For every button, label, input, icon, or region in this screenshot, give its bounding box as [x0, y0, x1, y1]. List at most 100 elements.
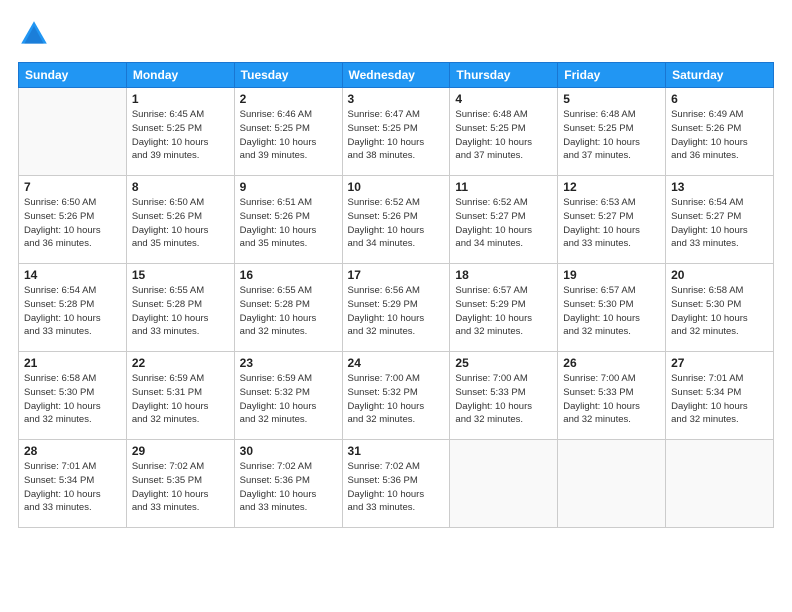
- calendar-cell: [19, 88, 127, 176]
- week-row: 21 Sunrise: 6:58 AM Sunset: 5:30 PM Dayli…: [19, 352, 774, 440]
- day-number: 1: [132, 92, 229, 106]
- day-info: Sunrise: 6:48 AM Sunset: 5:25 PM Dayligh…: [563, 108, 660, 163]
- calendar-cell: 7 Sunrise: 6:50 AM Sunset: 5:26 PM Daylig…: [19, 176, 127, 264]
- day-info: Sunrise: 6:50 AM Sunset: 5:26 PM Dayligh…: [132, 196, 229, 251]
- day-number: 15: [132, 268, 229, 282]
- day-info: Sunrise: 7:01 AM Sunset: 5:34 PM Dayligh…: [24, 460, 121, 515]
- header: [18, 18, 774, 50]
- day-number: 23: [240, 356, 337, 370]
- calendar-cell: 29Sunrise: 7:02 AM Sunset: 5:35 PM Dayli…: [126, 440, 234, 528]
- day-info: Sunrise: 6:59 AM Sunset: 5:31 PM Dayligh…: [132, 372, 229, 427]
- calendar-cell: 11Sunrise: 6:52 AM Sunset: 5:27 PM Dayli…: [450, 176, 558, 264]
- day-info: Sunrise: 6:48 AM Sunset: 5:25 PM Dayligh…: [455, 108, 552, 163]
- day-number: 9: [240, 180, 337, 194]
- calendar-cell: 19Sunrise: 6:57 AM Sunset: 5:30 PM Dayli…: [558, 264, 666, 352]
- calendar-cell: 2 Sunrise: 6:46 AM Sunset: 5:25 PM Daylig…: [234, 88, 342, 176]
- day-number: 8: [132, 180, 229, 194]
- day-number: 28: [24, 444, 121, 458]
- day-info: Sunrise: 6:56 AM Sunset: 5:29 PM Dayligh…: [348, 284, 445, 339]
- day-info: Sunrise: 6:54 AM Sunset: 5:28 PM Dayligh…: [24, 284, 121, 339]
- day-info: Sunrise: 6:51 AM Sunset: 5:26 PM Dayligh…: [240, 196, 337, 251]
- week-row: 1 Sunrise: 6:45 AM Sunset: 5:25 PM Daylig…: [19, 88, 774, 176]
- day-of-week-header: Sunday: [19, 63, 127, 88]
- calendar-cell: 8 Sunrise: 6:50 AM Sunset: 5:26 PM Daylig…: [126, 176, 234, 264]
- day-number: 31: [348, 444, 445, 458]
- day-info: Sunrise: 6:55 AM Sunset: 5:28 PM Dayligh…: [132, 284, 229, 339]
- day-number: 5: [563, 92, 660, 106]
- page-container: SundayMondayTuesdayWednesdayThursdayFrid…: [0, 0, 792, 538]
- calendar-cell: 17 Sunrise: 6:56 AM Sunset: 5:29 PM Dayli…: [342, 264, 450, 352]
- day-number: 21: [24, 356, 121, 370]
- day-number: 27: [671, 356, 768, 370]
- calendar-cell: 23 Sunrise: 6:59 AM Sunset: 5:32 PM Dayli…: [234, 352, 342, 440]
- calendar-cell: 16Sunrise: 6:55 AM Sunset: 5:28 PM Dayli…: [234, 264, 342, 352]
- calendar-cell: 30 Sunrise: 7:02 AM Sunset: 5:36 PM Dayli…: [234, 440, 342, 528]
- day-info: Sunrise: 6:57 AM Sunset: 5:30 PM Dayligh…: [563, 284, 660, 339]
- calendar-cell: 28 Sunrise: 7:01 AM Sunset: 5:34 PM Dayli…: [19, 440, 127, 528]
- calendar-cell: 1 Sunrise: 6:45 AM Sunset: 5:25 PM Daylig…: [126, 88, 234, 176]
- day-of-week-header: Monday: [126, 63, 234, 88]
- day-info: Sunrise: 7:00 AM Sunset: 5:33 PM Dayligh…: [563, 372, 660, 427]
- calendar-cell: 26 Sunrise: 7:00 AM Sunset: 5:33 PM Dayli…: [558, 352, 666, 440]
- day-info: Sunrise: 7:02 AM Sunset: 5:36 PM Dayligh…: [240, 460, 337, 515]
- day-info: Sunrise: 7:02 AM Sunset: 5:36 PM Dayligh…: [348, 460, 445, 515]
- day-number: 12: [563, 180, 660, 194]
- day-number: 3: [348, 92, 445, 106]
- day-number: 7: [24, 180, 121, 194]
- calendar-cell: 12 Sunrise: 6:53 AM Sunset: 5:27 PM Dayli…: [558, 176, 666, 264]
- calendar-cell: 10 Sunrise: 6:52 AM Sunset: 5:26 PM Dayli…: [342, 176, 450, 264]
- day-info: Sunrise: 6:52 AM Sunset: 5:27 PM Dayligh…: [455, 196, 552, 251]
- calendar-cell: 21 Sunrise: 6:58 AM Sunset: 5:30 PM Dayli…: [19, 352, 127, 440]
- day-number: 4: [455, 92, 552, 106]
- day-info: Sunrise: 6:54 AM Sunset: 5:27 PM Dayligh…: [671, 196, 768, 251]
- day-number: 26: [563, 356, 660, 370]
- calendar-cell: 9 Sunrise: 6:51 AM Sunset: 5:26 PM Daylig…: [234, 176, 342, 264]
- calendar-cell: 24Sunrise: 7:00 AM Sunset: 5:32 PM Dayli…: [342, 352, 450, 440]
- day-info: Sunrise: 7:00 AM Sunset: 5:33 PM Dayligh…: [455, 372, 552, 427]
- calendar-cell: 20Sunrise: 6:58 AM Sunset: 5:30 PM Dayli…: [666, 264, 774, 352]
- calendar-cell: 18 Sunrise: 6:57 AM Sunset: 5:29 PM Dayli…: [450, 264, 558, 352]
- calendar-cell: 27 Sunrise: 7:01 AM Sunset: 5:34 PM Dayli…: [666, 352, 774, 440]
- day-info: Sunrise: 6:45 AM Sunset: 5:25 PM Dayligh…: [132, 108, 229, 163]
- logo: [18, 18, 54, 50]
- header-row: SundayMondayTuesdayWednesdayThursdayFrid…: [19, 63, 774, 88]
- calendar-cell: [558, 440, 666, 528]
- day-info: Sunrise: 7:02 AM Sunset: 5:35 PM Dayligh…: [132, 460, 229, 515]
- day-number: 2: [240, 92, 337, 106]
- day-info: Sunrise: 6:52 AM Sunset: 5:26 PM Dayligh…: [348, 196, 445, 251]
- day-info: Sunrise: 7:01 AM Sunset: 5:34 PM Dayligh…: [671, 372, 768, 427]
- day-number: 10: [348, 180, 445, 194]
- day-info: Sunrise: 6:53 AM Sunset: 5:27 PM Dayligh…: [563, 196, 660, 251]
- day-info: Sunrise: 6:50 AM Sunset: 5:26 PM Dayligh…: [24, 196, 121, 251]
- day-of-week-header: Friday: [558, 63, 666, 88]
- day-number: 17: [348, 268, 445, 282]
- day-number: 24: [348, 356, 445, 370]
- day-of-week-header: Thursday: [450, 63, 558, 88]
- day-info: Sunrise: 6:46 AM Sunset: 5:25 PM Dayligh…: [240, 108, 337, 163]
- day-info: Sunrise: 6:47 AM Sunset: 5:25 PM Dayligh…: [348, 108, 445, 163]
- day-of-week-header: Tuesday: [234, 63, 342, 88]
- day-of-week-header: Saturday: [666, 63, 774, 88]
- calendar-cell: 13 Sunrise: 6:54 AM Sunset: 5:27 PM Dayli…: [666, 176, 774, 264]
- day-number: 6: [671, 92, 768, 106]
- calendar-cell: [666, 440, 774, 528]
- calendar-cell: 3 Sunrise: 6:47 AM Sunset: 5:25 PM Daylig…: [342, 88, 450, 176]
- week-row: 14 Sunrise: 6:54 AM Sunset: 5:28 PM Dayli…: [19, 264, 774, 352]
- day-info: Sunrise: 6:57 AM Sunset: 5:29 PM Dayligh…: [455, 284, 552, 339]
- calendar-cell: 15 Sunrise: 6:55 AM Sunset: 5:28 PM Dayli…: [126, 264, 234, 352]
- day-number: 25: [455, 356, 552, 370]
- day-number: 13: [671, 180, 768, 194]
- day-info: Sunrise: 6:58 AM Sunset: 5:30 PM Dayligh…: [24, 372, 121, 427]
- week-row: 7 Sunrise: 6:50 AM Sunset: 5:26 PM Daylig…: [19, 176, 774, 264]
- day-info: Sunrise: 6:59 AM Sunset: 5:32 PM Dayligh…: [240, 372, 337, 427]
- day-info: Sunrise: 6:55 AM Sunset: 5:28 PM Dayligh…: [240, 284, 337, 339]
- calendar-body: 1 Sunrise: 6:45 AM Sunset: 5:25 PM Daylig…: [19, 88, 774, 528]
- day-number: 18: [455, 268, 552, 282]
- day-number: 14: [24, 268, 121, 282]
- day-number: 30: [240, 444, 337, 458]
- calendar-cell: 31 Sunrise: 7:02 AM Sunset: 5:36 PM Dayli…: [342, 440, 450, 528]
- day-info: Sunrise: 6:49 AM Sunset: 5:26 PM Dayligh…: [671, 108, 768, 163]
- day-of-week-header: Wednesday: [342, 63, 450, 88]
- calendar-cell: 4 Sunrise: 6:48 AM Sunset: 5:25 PM Daylig…: [450, 88, 558, 176]
- calendar-header: SundayMondayTuesdayWednesdayThursdayFrid…: [19, 63, 774, 88]
